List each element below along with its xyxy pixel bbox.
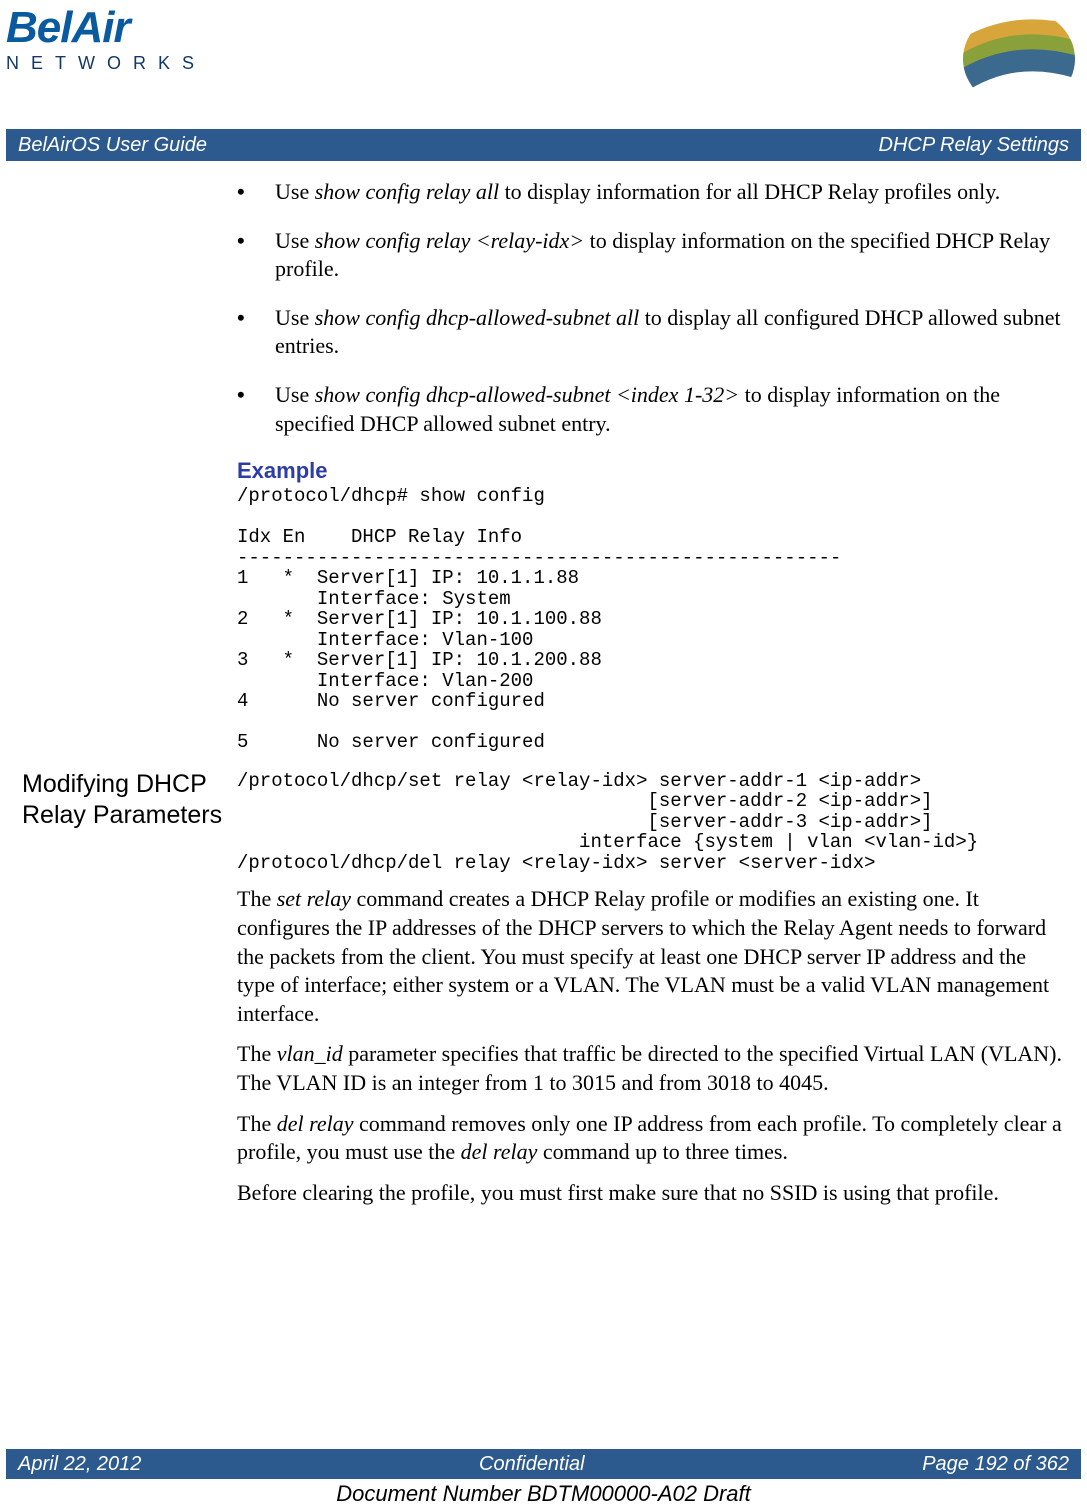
header-bar: BelAirOS User Guide DHCP Relay Settings: [6, 129, 1081, 161]
command-name: del relay: [277, 1111, 354, 1136]
section-heading: Modifying DHCP Relay Parameters: [22, 769, 237, 832]
example-code-block: /protocol/dhcp# show config Idx En DHCP …: [237, 486, 1065, 753]
command-name: set relay: [277, 886, 351, 911]
brand-logo: BelAir NETWORKS: [6, 6, 184, 102]
paragraph: The vlan_id parameter specifies that tra…: [237, 1040, 1065, 1097]
command-name: show config dhcp-allowed-subnet <index 1…: [315, 382, 739, 407]
brand-subname: NETWORKS: [6, 53, 184, 74]
list-item: • Use show config dhcp-allowed-subnet <i…: [237, 381, 1065, 438]
footer-page: Page 192 of 362: [922, 1453, 1069, 1476]
list-item: • Use show config dhcp-allowed-subnet al…: [237, 304, 1065, 361]
paragraph: The set relay command creates a DHCP Rel…: [237, 885, 1065, 1028]
command-name: del relay: [461, 1139, 538, 1164]
brand-name: BelAir: [6, 6, 184, 50]
footer-bar: April 22, 2012 Confidential Page 192 of …: [6, 1449, 1081, 1479]
bullet-icon: •: [237, 304, 275, 361]
bullet-icon: •: [237, 381, 275, 438]
document-number: Document Number BDTM00000-A02 Draft: [0, 1481, 1087, 1507]
header-right: DHCP Relay Settings: [879, 134, 1069, 157]
swoosh-icon: [945, 4, 1081, 114]
footer-confidential: Confidential: [479, 1453, 585, 1476]
list-item: • Use show config relay <relay-idx> to d…: [237, 227, 1065, 284]
footer-date: April 22, 2012: [18, 1453, 141, 1476]
list-item: • Use show config relay all to display i…: [237, 178, 1065, 207]
example-heading: Example: [237, 458, 1065, 484]
command-name: show config relay <relay-idx>: [315, 228, 584, 253]
command-name: show config dhcp-allowed-subnet all: [315, 305, 639, 330]
param-name: vlan_id: [277, 1041, 343, 1066]
bullet-list: • Use show config relay all to display i…: [237, 178, 1065, 438]
header-left: BelAirOS User Guide: [18, 134, 207, 157]
syntax-code-block: /protocol/dhcp/set relay <relay-idx> ser…: [237, 771, 1065, 874]
paragraph: Before clearing the profile, you must fi…: [237, 1179, 1065, 1208]
command-name: show config relay all: [315, 179, 499, 204]
bullet-icon: •: [237, 227, 275, 284]
paragraph: The del relay command removes only one I…: [237, 1110, 1065, 1167]
bullet-icon: •: [237, 178, 275, 207]
